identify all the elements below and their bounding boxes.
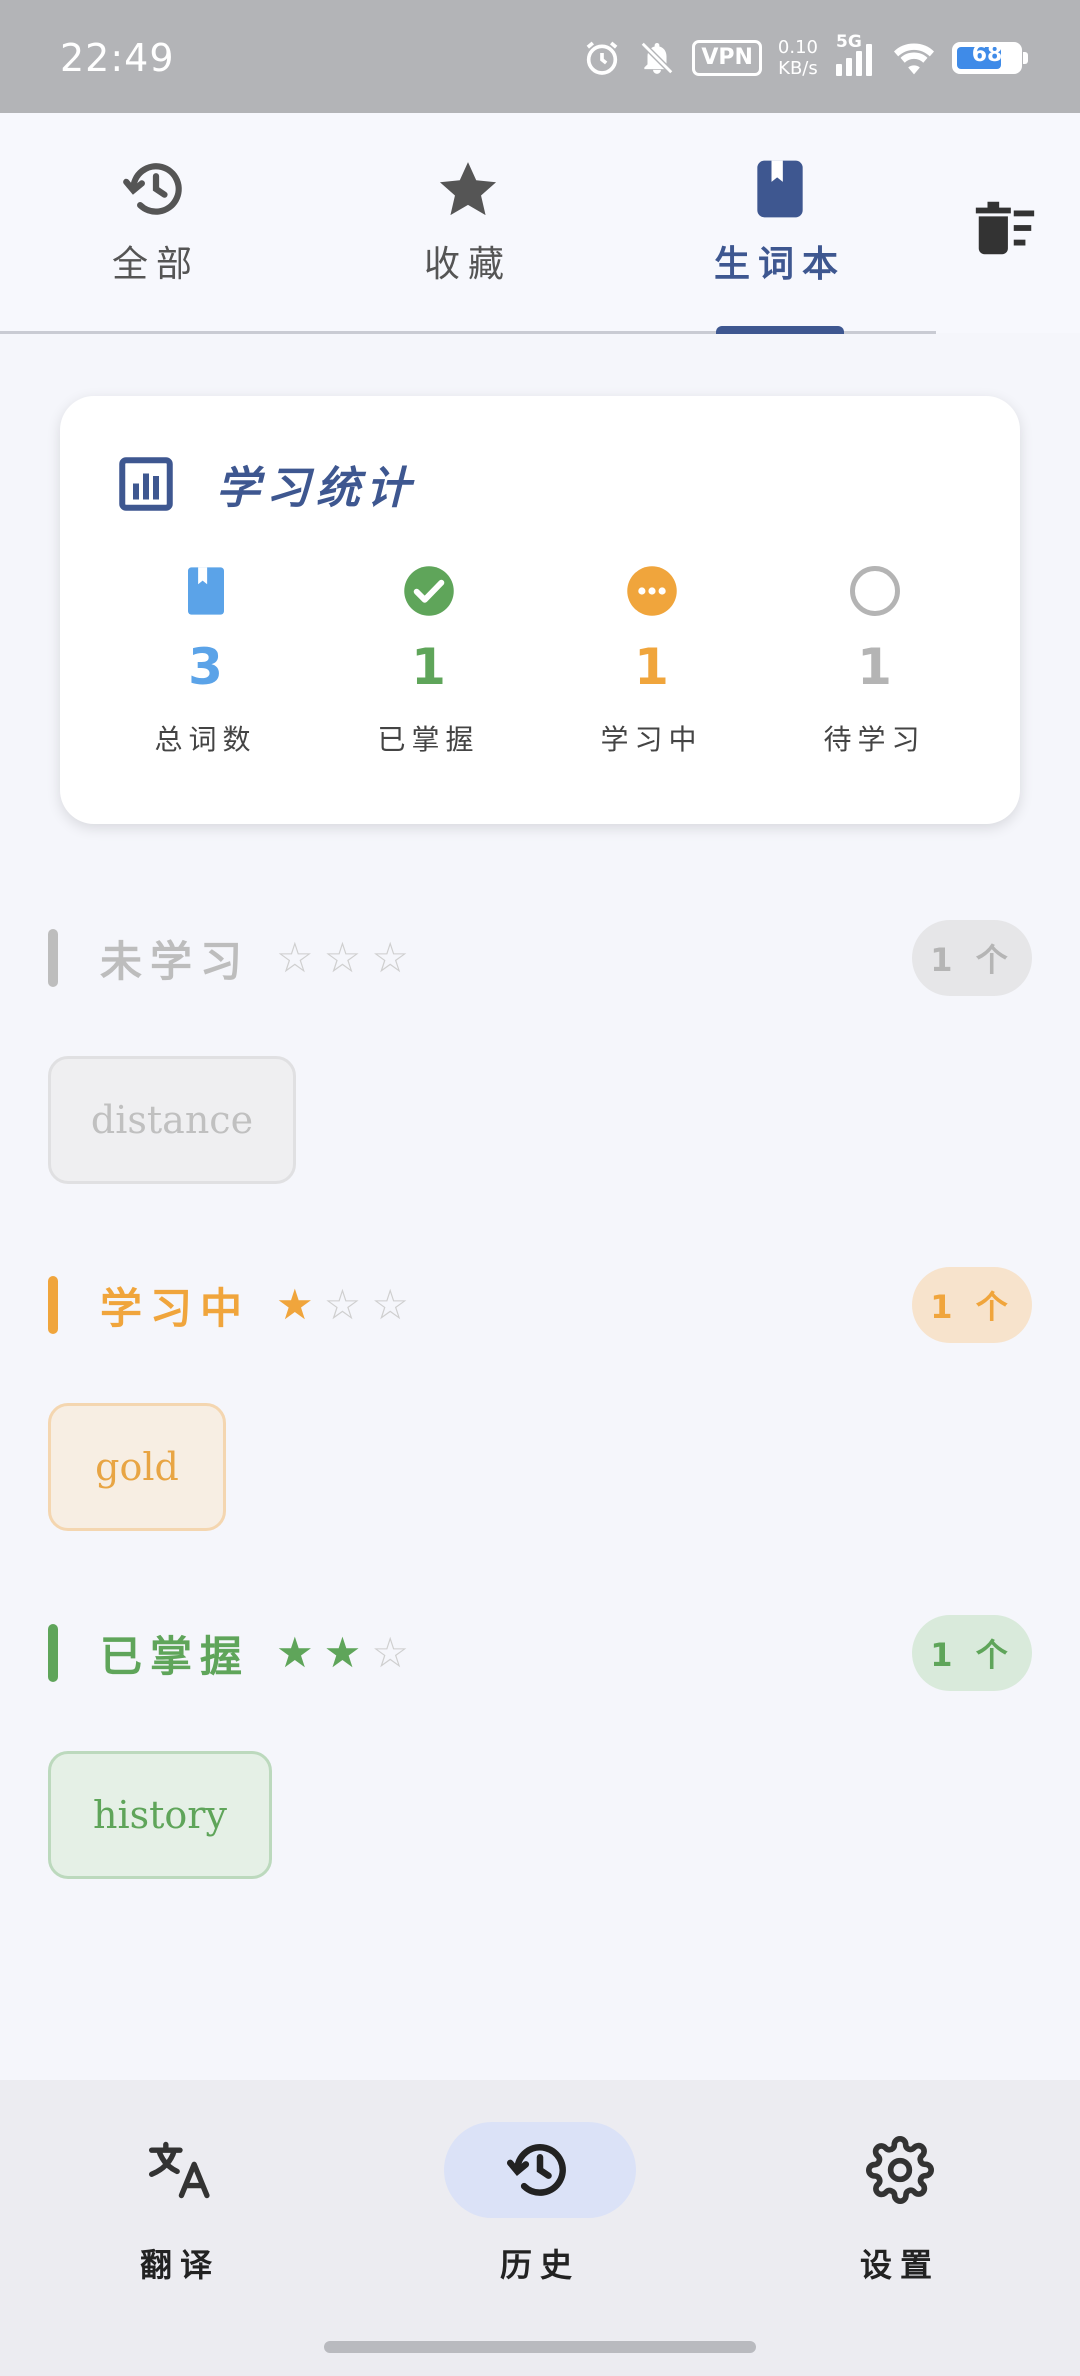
section-mastered: 已掌握 ★ ★ ☆ 1 个 history [48, 1615, 1032, 1879]
app-screen: 22:49 VPN 0.10 KB/s 5G 68 全部 收藏 生词本 学习统计… [0, 0, 1080, 2376]
stat-value: 1 [411, 638, 446, 696]
delete-sweep-icon [975, 201, 1035, 255]
nav-icon-container [804, 2122, 996, 2218]
nav-settings[interactable]: 设置 [720, 2122, 1080, 2286]
nav-icon-container [444, 2122, 636, 2218]
bookmark-icon [757, 160, 803, 218]
section-title: 未学习 [100, 936, 251, 986]
stats-header: 学习统计 [116, 452, 416, 516]
star-filled-icon: ★ [276, 1628, 314, 1677]
network-type: 5G [836, 32, 862, 52]
status-bar: 22:49 VPN 0.10 KB/s 5G 68 [0, 0, 1080, 113]
tab-all[interactable]: 全部 [0, 113, 312, 333]
section-header: 已掌握 ★ ★ ☆ 1 个 [48, 1615, 1032, 1691]
speed-unit: KB/s [778, 58, 818, 79]
stat-pending: 1 待学习 [770, 564, 980, 758]
star-empty-icon: ☆ [371, 1628, 409, 1677]
nav-icon-container [84, 2122, 276, 2218]
section-accent-bar [48, 929, 58, 987]
tabs: 全部 收藏 生词本 [0, 113, 936, 333]
status-time: 22:49 [60, 36, 175, 80]
battery-icon: 68 [952, 42, 1028, 74]
wifi-icon [892, 38, 936, 78]
empty-circle-icon [849, 566, 900, 616]
vpn-badge: VPN [692, 40, 762, 76]
section-accent-bar [48, 1276, 58, 1334]
word-chip[interactable]: distance [48, 1056, 296, 1184]
top-tab-bar: 全部 收藏 生词本 [0, 113, 1080, 334]
stats-title: 学习统计 [216, 463, 416, 514]
tab-favorites[interactable]: 收藏 [312, 113, 624, 333]
network-speed: 0.10 KB/s [778, 37, 818, 79]
bottom-nav: 翻译 历史 设置 [0, 2080, 1080, 2376]
star-empty-icon: ☆ [323, 933, 362, 982]
word-chip[interactable]: history [48, 1751, 272, 1879]
tab-label: 生词本 [713, 244, 846, 285]
count-badge: 1 个 [912, 1267, 1032, 1343]
star-rating: ★ ☆ ☆ [276, 1284, 409, 1326]
nav-label: 历史 [499, 2246, 580, 2284]
bookmark-icon [187, 567, 224, 615]
active-tab-indicator [716, 326, 844, 334]
count-badge: 1 个 [912, 920, 1032, 996]
star-empty-icon: ☆ [323, 1280, 362, 1329]
stat-total: 3 总词数 [101, 564, 311, 758]
word-chip[interactable]: gold [48, 1403, 226, 1531]
check-circle-icon [403, 566, 454, 616]
nav-label: 设置 [859, 2246, 940, 2284]
tab-label: 全部 [111, 244, 200, 285]
star-filled-icon: ★ [323, 1628, 362, 1677]
speed-value: 0.10 [777, 37, 818, 58]
stats-chart-icon [119, 457, 173, 511]
star-filled-icon: ★ [276, 1280, 314, 1329]
dots-circle-icon [626, 566, 677, 616]
star-empty-icon: ☆ [371, 933, 409, 982]
history-icon [123, 163, 182, 215]
nav-translate[interactable]: 翻译 [0, 2122, 360, 2286]
section-unlearned: 未学习 ☆ ☆ ☆ 1 个 distance [48, 920, 1032, 1184]
stat-value: 3 [188, 638, 223, 696]
stat-learning: 1 学习中 [547, 564, 757, 758]
stat-label: 总词数 [154, 723, 257, 756]
tab-vocabulary[interactable]: 生词本 [624, 113, 936, 333]
stats-card: 学习统计 3 总词数 1 已掌握 1 学习中 1 待学习 [60, 396, 1020, 824]
star-empty-icon: ☆ [276, 933, 314, 982]
nav-history[interactable]: 历史 [360, 2122, 720, 2286]
count-badge: 1 个 [912, 1615, 1032, 1691]
translate-icon [148, 2141, 210, 2199]
stat-value: 1 [857, 638, 892, 696]
star-empty-icon: ☆ [371, 1280, 409, 1329]
history-icon [506, 2144, 566, 2196]
section-learning: 学习中 ★ ☆ ☆ 1 个 gold [48, 1267, 1032, 1531]
home-indicator[interactable] [324, 2341, 756, 2353]
star-rating: ☆ ☆ ☆ [276, 937, 409, 979]
tab-label: 收藏 [423, 244, 512, 285]
section-accent-bar [48, 1624, 58, 1682]
stat-label: 学习中 [600, 723, 703, 756]
star-icon [439, 162, 497, 216]
alarm-icon [582, 38, 622, 78]
section-header: 未学习 ☆ ☆ ☆ 1 个 [48, 920, 1032, 996]
section-header: 学习中 ★ ☆ ☆ 1 个 [48, 1267, 1032, 1343]
status-icons: VPN 0.10 KB/s 5G 68 [582, 32, 1028, 80]
stat-label: 已掌握 [377, 723, 480, 756]
section-title: 已掌握 [100, 1631, 251, 1681]
nav-label: 翻译 [139, 2246, 220, 2284]
stats-grid: 3 总词数 1 已掌握 1 学习中 1 待学习 [60, 564, 1020, 758]
stat-mastered: 1 已掌握 [324, 564, 534, 758]
clear-all-button[interactable] [970, 193, 1040, 263]
battery-level: 68 [971, 42, 1003, 67]
section-title: 学习中 [100, 1283, 251, 1333]
stat-value: 1 [634, 638, 669, 696]
star-rating: ★ ★ ☆ [276, 1632, 409, 1674]
cellular-signal-icon: 5G [834, 32, 876, 78]
bell-muted-icon [638, 39, 676, 77]
gear-icon [866, 2136, 934, 2204]
stat-label: 待学习 [823, 723, 926, 756]
